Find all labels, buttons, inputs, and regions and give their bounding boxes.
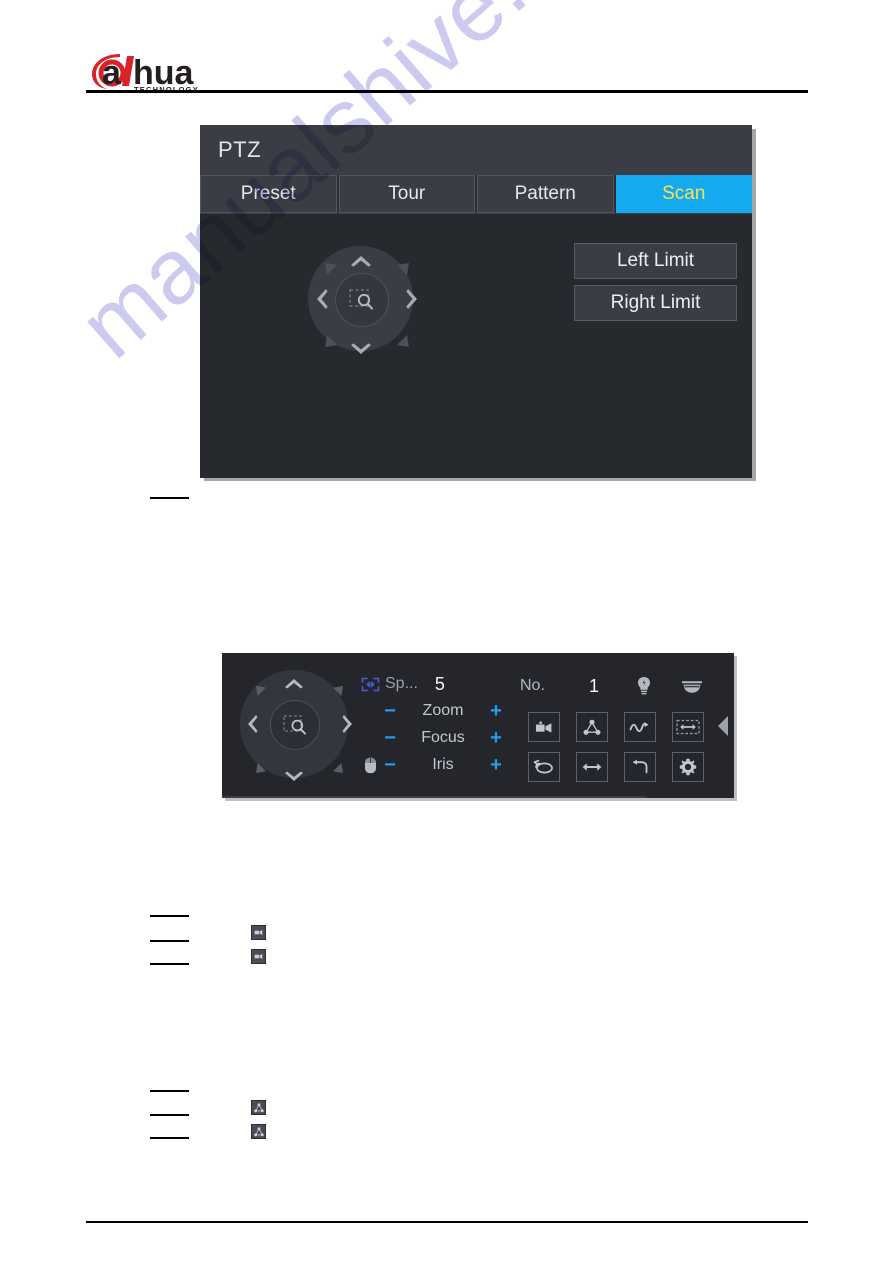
action-cell xyxy=(664,707,712,747)
iris-plus-button[interactable]: + xyxy=(485,755,507,775)
focus-label: Focus xyxy=(421,729,465,746)
preset-icon xyxy=(251,949,266,964)
ptz-tab-bar: Preset Tour Pattern Scan xyxy=(200,175,752,213)
light-bulb-icon[interactable] xyxy=(620,676,668,696)
ptz-zoom-area-button[interactable] xyxy=(270,700,320,750)
preset-icon xyxy=(251,925,266,940)
footer-rule xyxy=(86,1221,808,1223)
action-cell xyxy=(520,707,568,747)
ptz-toolbar-direction-pad[interactable] xyxy=(240,670,352,781)
action-cell xyxy=(664,747,712,787)
limit-button-group: Left Limit Right Limit xyxy=(574,243,737,327)
action-cell xyxy=(520,747,568,787)
redaction-bar xyxy=(150,940,189,942)
zoom-minus-button[interactable]: − xyxy=(379,701,401,721)
page-root: a hua TECHNOLOGY PTZ Preset Tour Pattern… xyxy=(0,0,893,1263)
ptz-action-grid xyxy=(520,707,716,787)
ptz-adjust-column: Sp... 5 − Zoom + − Focus + − Iris + xyxy=(357,671,507,779)
action-cell xyxy=(568,747,616,787)
ptz-toolbar-panel: Sp... 5 − Zoom + − Focus + − Iris + No. … xyxy=(222,653,734,798)
ptz-number-row: No. 1 xyxy=(520,671,716,701)
speed-row: Sp... 5 xyxy=(357,671,507,697)
settings-gear-icon[interactable] xyxy=(672,752,704,782)
expand-arrows-icon[interactable] xyxy=(357,677,383,692)
dahua-logo: a hua TECHNOLOGY xyxy=(86,48,286,94)
zoom-plus-button[interactable]: + xyxy=(485,701,507,721)
redaction-bar xyxy=(150,915,189,917)
tab-preset[interactable]: Preset xyxy=(200,175,337,213)
ptz-dialog: PTZ Preset Tour Pattern Scan Left Limit … xyxy=(200,125,752,478)
auto-pan-icon[interactable] xyxy=(528,752,560,782)
tour-icon[interactable] xyxy=(576,712,608,742)
header-rule xyxy=(86,90,808,93)
action-cell xyxy=(616,707,664,747)
zoom-label: Zoom xyxy=(422,702,464,719)
reset-icon[interactable] xyxy=(624,752,656,782)
iris-row: − Iris + xyxy=(357,752,507,778)
speed-value[interactable]: 5 xyxy=(418,674,462,695)
iris-minus-button[interactable]: − xyxy=(379,755,401,775)
redaction-bar xyxy=(150,1114,189,1116)
auto-scan-icon[interactable] xyxy=(672,712,704,742)
toolbar-underline xyxy=(222,796,647,798)
redaction-bar xyxy=(150,497,189,499)
wiper-icon[interactable] xyxy=(668,678,716,694)
preset-icon[interactable] xyxy=(528,712,560,742)
collapse-left-arrow-icon[interactable] xyxy=(716,715,730,742)
focus-plus-button[interactable]: + xyxy=(485,728,507,748)
redaction-bar xyxy=(150,963,189,965)
tab-scan[interactable]: Scan xyxy=(615,175,752,213)
action-cell xyxy=(616,747,664,787)
svg-text:a: a xyxy=(102,54,122,92)
focus-row: − Focus + xyxy=(357,725,507,751)
ptz-dialog-title: PTZ xyxy=(218,137,262,162)
pattern-icon[interactable] xyxy=(624,712,656,742)
number-label: No. xyxy=(520,677,545,694)
right-limit-button[interactable]: Right Limit xyxy=(574,285,737,321)
tour-icon xyxy=(251,1100,266,1115)
flip-icon[interactable] xyxy=(576,752,608,782)
tour-icon xyxy=(251,1124,266,1139)
ptz-dialog-body: Left Limit Right Limit xyxy=(200,213,752,478)
ptz-action-column: No. 1 xyxy=(520,671,716,787)
tab-pattern[interactable]: Pattern xyxy=(477,175,614,213)
ptz-dialog-titlebar: PTZ xyxy=(200,125,752,175)
iris-label: Iris xyxy=(432,756,454,773)
focus-minus-button[interactable]: − xyxy=(379,728,401,748)
redaction-bar xyxy=(150,1137,189,1139)
zoom-row: − Zoom + xyxy=(357,698,507,724)
tab-tour[interactable]: Tour xyxy=(338,175,475,213)
redaction-bar xyxy=(150,1090,189,1092)
ptz-zoom-area-button[interactable] xyxy=(334,272,389,327)
action-cell xyxy=(568,707,616,747)
number-value[interactable]: 1 xyxy=(568,676,620,697)
ptz-direction-pad[interactable] xyxy=(308,246,417,354)
left-limit-button[interactable]: Left Limit xyxy=(574,243,737,279)
speed-label: Sp... xyxy=(385,675,418,692)
